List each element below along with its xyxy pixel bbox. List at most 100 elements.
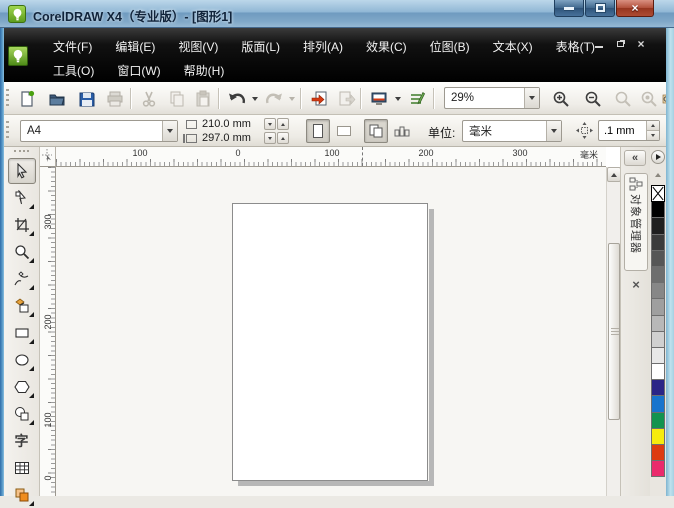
color-swatch[interactable] — [651, 314, 665, 332]
tool-pick[interactable] — [7, 158, 36, 184]
color-swatch[interactable] — [651, 233, 665, 251]
paste-button[interactable] — [190, 86, 216, 111]
tool-interactive-blend[interactable] — [8, 482, 36, 508]
save-button[interactable] — [74, 86, 100, 111]
color-swatch[interactable] — [651, 298, 665, 316]
menu-bitmaps[interactable]: 位图(B) — [421, 35, 479, 58]
tool-text[interactable]: 字 — [8, 428, 36, 454]
zoom-out-button[interactable] — [580, 86, 606, 111]
welcome-screen-button[interactable] — [404, 86, 430, 111]
palette-scroll-up-button[interactable] — [651, 168, 665, 182]
undo-button[interactable] — [224, 86, 250, 111]
canvas[interactable] — [56, 167, 606, 496]
vertical-scrollbar[interactable] — [606, 167, 621, 496]
units-combo-arrow-icon[interactable] — [546, 121, 561, 141]
tool-basic-shapes[interactable] — [8, 401, 36, 427]
menu-tools[interactable]: 工具(O) — [44, 59, 103, 82]
color-swatch[interactable] — [651, 363, 665, 381]
portrait-button[interactable] — [306, 119, 330, 143]
nudge-spin-down[interactable] — [647, 131, 659, 140]
color-swatch[interactable] — [651, 460, 665, 478]
paper-height-value[interactable]: 297.0 mm — [202, 132, 264, 144]
zoom-all-objects-button[interactable] — [636, 86, 662, 111]
tool-table[interactable] — [8, 455, 36, 481]
close-button[interactable]: × — [616, 0, 654, 17]
palette-flyout-button[interactable] — [651, 150, 665, 164]
horizontal-ruler[interactable]: 100 0 100 200 300 毫米 — [56, 147, 606, 167]
all-pages-layout-button[interactable] — [364, 119, 388, 143]
current-page-layout-button[interactable] — [390, 119, 414, 143]
zoom-selected-button[interactable] — [610, 86, 636, 111]
menu-text[interactable]: 文本(X) — [484, 35, 542, 58]
scroll-up-button[interactable] — [607, 167, 621, 182]
menu-file[interactable]: 文件(F) — [44, 35, 101, 58]
tool-freehand[interactable] — [8, 266, 36, 292]
redo-dropdown[interactable] — [286, 86, 297, 111]
toolbox-drag-handle[interactable] — [14, 150, 29, 156]
color-swatch-none[interactable] — [651, 185, 665, 203]
color-swatch[interactable] — [651, 282, 665, 300]
paper-width-spin-up[interactable] — [277, 118, 289, 130]
menu-effects[interactable]: 效果(C) — [357, 35, 416, 58]
export-button[interactable] — [334, 86, 360, 111]
tool-rectangle[interactable] — [8, 320, 36, 346]
paper-height-spin-up[interactable] — [277, 132, 289, 144]
ruler-origin[interactable] — [40, 147, 56, 167]
toolbar-drag-handle[interactable] — [6, 89, 9, 108]
color-swatch[interactable] — [651, 201, 665, 219]
menu-help[interactable]: 帮助(H) — [175, 59, 234, 82]
menu-view[interactable]: 视图(V) — [169, 35, 227, 58]
color-swatch[interactable] — [651, 395, 665, 413]
redo-button[interactable] — [261, 86, 287, 111]
landscape-button[interactable] — [332, 119, 356, 143]
color-swatch[interactable] — [651, 427, 665, 445]
docker-tab-object-manager[interactable]: 对象管理器 — [624, 173, 648, 271]
nudge-spin-up[interactable] — [647, 121, 659, 131]
tool-polygon[interactable] — [8, 374, 36, 400]
paper-width-value[interactable]: 210.0 mm — [202, 118, 264, 130]
title-bar[interactable]: CorelDRAW X4（专业版）- [图形1] × — [0, 0, 674, 28]
zoom-combo-arrow-icon[interactable] — [524, 88, 539, 108]
tool-smart-fill[interactable] — [8, 293, 36, 319]
tool-crop[interactable] — [8, 212, 36, 238]
zoom-level-combo[interactable]: 29% — [444, 87, 540, 109]
menu-window[interactable]: 窗口(W) — [108, 59, 169, 82]
undo-dropdown[interactable] — [249, 86, 260, 111]
doc-minimize-button[interactable] — [592, 37, 606, 50]
paper-width-spin-down[interactable] — [264, 118, 276, 130]
color-swatch[interactable] — [651, 346, 665, 365]
doc-close-button[interactable]: × — [634, 37, 648, 50]
scrollbar-thumb[interactable] — [608, 243, 620, 420]
new-document-button[interactable] — [14, 86, 40, 111]
paper-height-spin-down[interactable] — [264, 132, 276, 144]
tool-zoom[interactable] — [8, 239, 36, 265]
application-launcher-button[interactable] — [366, 86, 392, 111]
docker-collapse-button[interactable]: « — [624, 150, 646, 166]
color-swatch[interactable] — [651, 249, 665, 267]
cut-button[interactable] — [136, 86, 162, 111]
color-swatch[interactable] — [651, 411, 665, 429]
tool-ellipse[interactable] — [8, 347, 36, 373]
zoom-in-button[interactable] — [548, 86, 574, 111]
color-swatch[interactable] — [651, 379, 665, 397]
docker-close-button[interactable]: × — [627, 277, 645, 293]
open-button[interactable] — [44, 86, 70, 111]
color-swatch[interactable] — [651, 217, 665, 235]
units-combo[interactable]: 毫米 — [462, 120, 562, 142]
print-button[interactable] — [102, 86, 128, 111]
color-swatch[interactable] — [651, 265, 665, 284]
maximize-button[interactable] — [585, 0, 615, 17]
import-button[interactable] — [306, 86, 332, 111]
vertical-ruler[interactable]: 300 200 100 0 — [40, 167, 56, 496]
menu-arrange[interactable]: 排列(A) — [294, 35, 352, 58]
color-swatch[interactable] — [651, 330, 665, 348]
doc-restore-button[interactable] — [613, 37, 627, 50]
application-launcher-dropdown[interactable] — [392, 86, 403, 111]
document-page[interactable] — [232, 203, 428, 481]
tool-shape[interactable] — [8, 185, 36, 211]
copy-button[interactable] — [164, 86, 190, 111]
menu-edit[interactable]: 编辑(E) — [106, 35, 164, 58]
paper-size-combo[interactable]: A4 — [20, 120, 178, 142]
menu-layout[interactable]: 版面(L) — [232, 35, 289, 58]
color-swatch[interactable] — [651, 444, 665, 462]
